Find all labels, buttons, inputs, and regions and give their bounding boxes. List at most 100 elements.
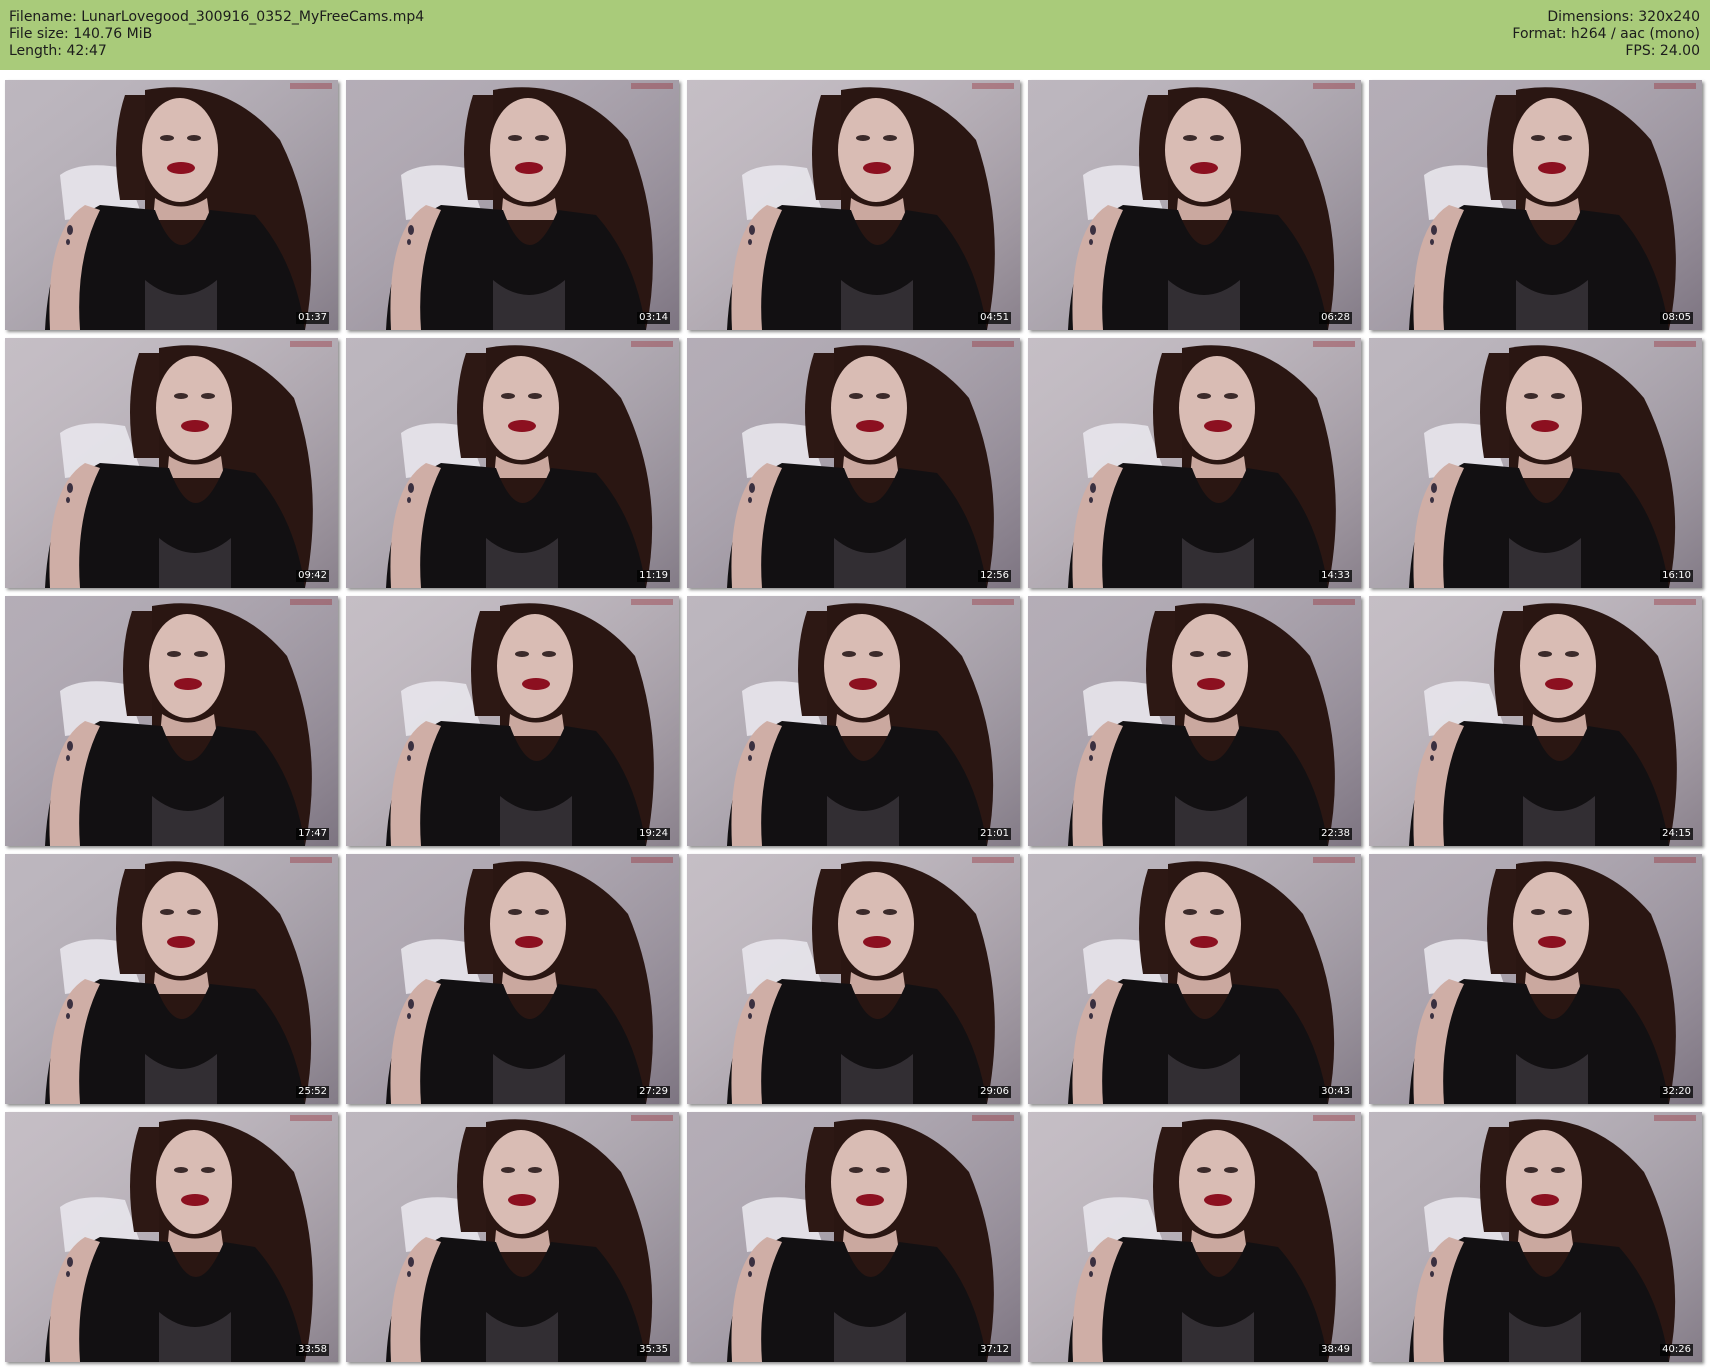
video-frame-image xyxy=(1369,80,1702,330)
thumbnail-frame[interactable]: 27:29 xyxy=(346,854,679,1104)
frame-timestamp: 21:01 xyxy=(978,828,1011,840)
frame-timestamp: 29:06 xyxy=(978,1086,1011,1098)
watermark-mark xyxy=(1654,599,1696,605)
video-frame-image xyxy=(687,338,1020,588)
thumbnail-frame[interactable]: 33:58 xyxy=(5,1112,338,1362)
video-frame-image xyxy=(1028,80,1361,330)
frame-timestamp: 17:47 xyxy=(296,828,329,840)
watermark-mark xyxy=(1313,1115,1355,1121)
frame-timestamp: 01:37 xyxy=(296,312,329,324)
thumbnail-frame[interactable]: 29:06 xyxy=(687,854,1020,1104)
video-frame-image xyxy=(346,854,679,1104)
thumbnail-frame[interactable]: 21:01 xyxy=(687,596,1020,846)
frame-timestamp: 40:26 xyxy=(1660,1344,1693,1356)
video-frame-image xyxy=(346,596,679,846)
video-frame-image xyxy=(687,80,1020,330)
thumbnail-frame[interactable]: 06:28 xyxy=(1028,80,1361,330)
video-frame-image xyxy=(687,596,1020,846)
video-frame-image xyxy=(1369,1112,1702,1362)
watermark-mark xyxy=(631,857,673,863)
video-frame-image xyxy=(5,1112,338,1362)
thumbnail-frame[interactable]: 30:43 xyxy=(1028,854,1361,1104)
video-frame-image xyxy=(5,338,338,588)
frame-timestamp: 16:10 xyxy=(1660,570,1693,582)
video-frame-image xyxy=(346,80,679,330)
frame-timestamp: 25:52 xyxy=(296,1086,329,1098)
frame-timestamp: 38:49 xyxy=(1319,1344,1352,1356)
watermark-mark xyxy=(1654,857,1696,863)
video-frame-image xyxy=(1369,596,1702,846)
video-frame-image xyxy=(346,1112,679,1362)
thumbnail-frame[interactable]: 25:52 xyxy=(5,854,338,1104)
thumbnail-frame[interactable]: 38:49 xyxy=(1028,1112,1361,1362)
watermark-mark xyxy=(972,1115,1014,1121)
frame-timestamp: 14:33 xyxy=(1319,570,1352,582)
thumbnail-frame[interactable]: 17:47 xyxy=(5,596,338,846)
thumbnail-frame[interactable]: 37:12 xyxy=(687,1112,1020,1362)
video-frame-image xyxy=(1369,854,1702,1104)
watermark-mark xyxy=(290,599,332,605)
frame-timestamp: 08:05 xyxy=(1660,312,1693,324)
watermark-mark xyxy=(1313,83,1355,89)
watermark-mark xyxy=(972,857,1014,863)
video-frame-image xyxy=(346,338,679,588)
watermark-mark xyxy=(1313,857,1355,863)
frame-timestamp: 04:51 xyxy=(978,312,1011,324)
frame-timestamp: 30:43 xyxy=(1319,1086,1352,1098)
frame-timestamp: 11:19 xyxy=(637,570,670,582)
watermark-mark xyxy=(631,599,673,605)
video-frame-image xyxy=(687,1112,1020,1362)
frame-timestamp: 19:24 xyxy=(637,828,670,840)
watermark-mark xyxy=(972,83,1014,89)
video-frame-image xyxy=(5,854,338,1104)
frame-timestamp: 27:29 xyxy=(637,1086,670,1098)
video-frame-image xyxy=(1028,854,1361,1104)
thumbnail-frame[interactable]: 14:33 xyxy=(1028,338,1361,588)
frame-timestamp: 22:38 xyxy=(1319,828,1352,840)
thumbnail-frame[interactable]: 04:51 xyxy=(687,80,1020,330)
watermark-mark xyxy=(972,599,1014,605)
watermark-mark xyxy=(631,1115,673,1121)
watermark-mark xyxy=(290,857,332,863)
frame-timestamp: 06:28 xyxy=(1319,312,1352,324)
watermark-mark xyxy=(290,341,332,347)
video-frame-image xyxy=(5,596,338,846)
frame-timestamp: 37:12 xyxy=(978,1344,1011,1356)
thumbnail-frame[interactable]: 08:05 xyxy=(1369,80,1702,330)
watermark-mark xyxy=(631,83,673,89)
frame-timestamp: 03:14 xyxy=(637,312,670,324)
watermark-mark xyxy=(1313,599,1355,605)
frame-timestamp: 32:20 xyxy=(1660,1086,1693,1098)
video-frame-image xyxy=(5,80,338,330)
video-frame-image xyxy=(1028,1112,1361,1362)
frame-timestamp: 09:42 xyxy=(296,570,329,582)
thumbnail-frame[interactable]: 24:15 xyxy=(1369,596,1702,846)
watermark-mark xyxy=(1313,341,1355,347)
watermark-mark xyxy=(972,341,1014,347)
thumbnail-frame[interactable]: 12:56 xyxy=(687,338,1020,588)
watermark-mark xyxy=(631,341,673,347)
frame-timestamp: 24:15 xyxy=(1660,828,1693,840)
thumbnail-frame[interactable]: 16:10 xyxy=(1369,338,1702,588)
frame-timestamp: 33:58 xyxy=(296,1344,329,1356)
watermark-mark xyxy=(290,83,332,89)
thumbnail-frame[interactable]: 01:37 xyxy=(5,80,338,330)
frame-timestamp: 35:35 xyxy=(637,1344,670,1356)
thumbnail-frame[interactable]: 32:20 xyxy=(1369,854,1702,1104)
video-frame-image xyxy=(1369,338,1702,588)
watermark-mark xyxy=(290,1115,332,1121)
thumbnail-frame[interactable]: 19:24 xyxy=(346,596,679,846)
watermark-mark xyxy=(1654,1115,1696,1121)
thumbnail-frame[interactable]: 35:35 xyxy=(346,1112,679,1362)
thumbnail-frame[interactable]: 03:14 xyxy=(346,80,679,330)
thumbnail-frame[interactable]: 22:38 xyxy=(1028,596,1361,846)
watermark-mark xyxy=(1654,341,1696,347)
thumbnail-frame[interactable]: 11:19 xyxy=(346,338,679,588)
video-frame-image xyxy=(1028,338,1361,588)
thumbnail-grid: 01:37 03:14 04:51 06:28 08:05 09:42 11:19 12:56… xyxy=(0,0,1710,1370)
frame-timestamp: 12:56 xyxy=(978,570,1011,582)
thumbnail-frame[interactable]: 40:26 xyxy=(1369,1112,1702,1362)
thumbnail-frame[interactable]: 09:42 xyxy=(5,338,338,588)
watermark-mark xyxy=(1654,83,1696,89)
video-frame-image xyxy=(1028,596,1361,846)
